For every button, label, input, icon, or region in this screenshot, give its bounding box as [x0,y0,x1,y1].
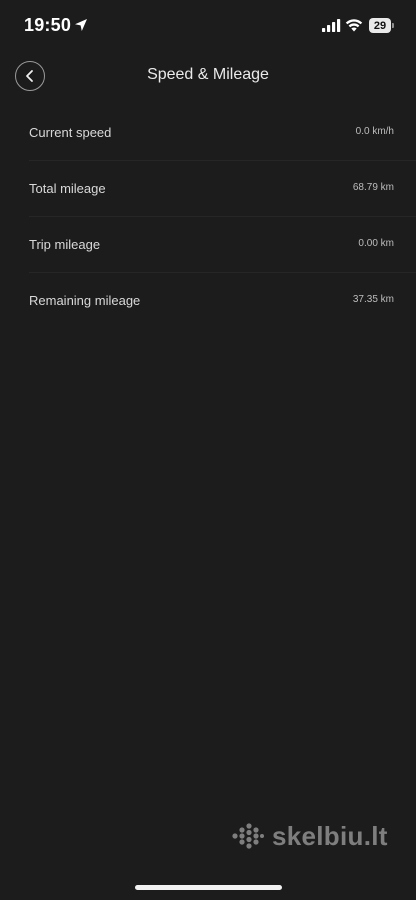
info-list: Current speed 0.0 km/h Total mileage 68.… [29,105,416,328]
watermark-dots-icon [232,823,264,849]
location-arrow-icon [75,19,87,31]
header: Speed & Mileage [0,52,416,100]
battery-icon: 29 [369,18,395,33]
status-time: 19:50 [24,15,72,35]
current-speed-value: 0.0 km/h [355,126,394,137]
list-item-remaining-mileage: Remaining mileage 37.35 km [29,273,416,328]
list-item-current-speed: Current speed 0.0 km/h [29,105,416,161]
home-indicator[interactable] [135,885,282,890]
list-item-trip-mileage: Trip mileage 0.00 km [29,217,416,273]
watermark-text: skelbiu.lt [272,820,388,851]
total-mileage-value: 68.79 km [352,182,394,193]
total-mileage-label: Total mileage [29,181,106,196]
battery-body: 29 [369,18,391,33]
watermark: skelbiu.lt [232,821,388,851]
trip-mileage-value: 0.00 km [358,238,394,249]
list-item-total-mileage: Total mileage 68.79 km [29,161,416,217]
remaining-mileage-value: 37.35 km [352,294,394,305]
battery-cap [392,23,394,28]
cellular-signal-icon [322,19,341,32]
current-speed-label: Current speed [29,125,112,140]
remaining-mileage-label: Remaining mileage [29,293,141,308]
page-title: Speed & Mileage [147,66,269,83]
battery-level: 29 [373,19,387,32]
status-bar: 19:50 29 [0,0,416,52]
wifi-icon [345,19,363,32]
trip-mileage-label: Trip mileage [29,237,101,252]
